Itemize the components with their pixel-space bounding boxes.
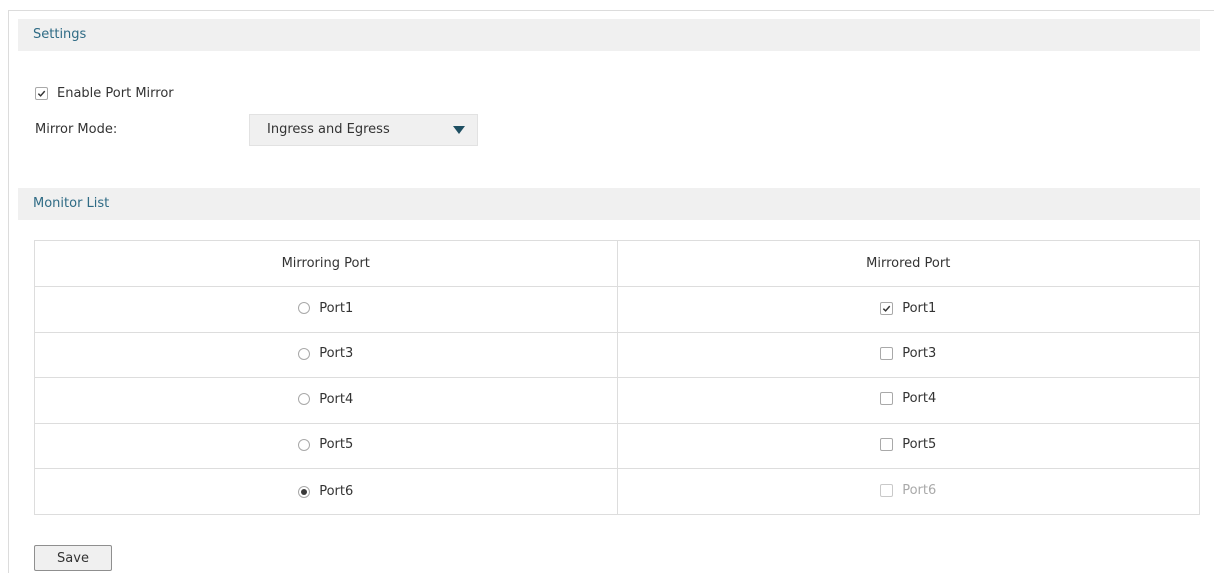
mirrored-port-option: Port6	[880, 483, 936, 498]
monitor-list-title: Monitor List	[33, 196, 110, 211]
mirroring-port-radio[interactable]	[298, 438, 311, 451]
mirrored-port-option[interactable]: Port4	[880, 391, 936, 406]
column-header-mirrored-port: Mirrored Port	[616, 240, 1200, 287]
save-button[interactable]: Save	[34, 545, 112, 571]
mirrored-port-option[interactable]: Port1	[880, 301, 936, 316]
mirrored-port-label: Port3	[902, 345, 937, 361]
mirrored-port-cell: Port1	[616, 286, 1200, 333]
mirroring-port-label: Port5	[319, 437, 354, 453]
mirrored-port-checkbox[interactable]	[880, 346, 894, 360]
mirroring-port-option[interactable]: Port5	[298, 437, 353, 452]
mirroring-port-radio[interactable]	[298, 393, 311, 406]
mirror-mode-select[interactable]: Ingress and Egress	[249, 114, 478, 146]
table-header-row: Mirroring Port Mirrored Port	[34, 240, 1200, 287]
mirror-mode-label: Mirror Mode:	[35, 122, 118, 137]
checkmark-icon	[37, 90, 46, 97]
table-row: Port3 Port3	[34, 331, 1200, 379]
mirroring-port-label: Port6	[319, 484, 354, 500]
dropdown-caret-icon	[453, 126, 465, 134]
mirroring-port-option[interactable]: Port1	[298, 301, 353, 316]
radio-dot-icon	[301, 488, 308, 495]
mirrored-port-label: Port6	[902, 482, 937, 498]
monitor-list-section-header: Monitor List	[18, 188, 1200, 220]
mirrored-port-option[interactable]: Port3	[880, 346, 936, 361]
mirroring-port-cell: Port1	[34, 286, 618, 333]
settings-title: Settings	[33, 27, 87, 42]
mirrored-port-checkbox	[880, 483, 894, 497]
enable-port-mirror-label: Enable Port Mirror	[57, 85, 174, 101]
mirrored-port-option[interactable]: Port5	[880, 437, 936, 452]
table-row: Port1 Port1	[34, 286, 1200, 333]
mirror-mode-value: Ingress and Egress	[267, 122, 390, 137]
mirroring-port-cell: Port4	[34, 377, 618, 424]
mirroring-port-cell: Port3	[34, 331, 618, 379]
mirroring-port-cell: Port6	[34, 468, 618, 515]
enable-port-mirror-checkbox[interactable]	[35, 86, 48, 100]
monitor-list-table: Mirroring Port Mirrored Port Port1 Port1 P…	[34, 240, 1200, 515]
mirrored-port-cell: Port3	[616, 331, 1200, 379]
enable-port-mirror-row[interactable]: Enable Port Mirror	[35, 85, 174, 101]
mirrored-port-checkbox[interactable]	[880, 438, 894, 452]
table-row: Port5 Port5	[34, 422, 1200, 470]
mirroring-port-cell: Port5	[34, 422, 618, 470]
mirroring-port-radio[interactable]	[298, 347, 311, 360]
mirroring-port-label: Port3	[319, 346, 354, 362]
mirrored-port-cell: Port4	[616, 377, 1200, 424]
table-row: Port6 Port6	[34, 468, 1200, 515]
mirrored-port-checkbox[interactable]	[880, 392, 894, 406]
mirrored-port-checkbox[interactable]	[880, 302, 894, 316]
table-row: Port4 Port4	[34, 377, 1200, 424]
mirrored-port-label: Port4	[902, 391, 937, 407]
mirroring-port-option[interactable]: Port4	[298, 392, 353, 407]
mirrored-port-cell: Port5	[616, 422, 1200, 470]
checkmark-icon	[883, 305, 891, 313]
mirroring-port-option[interactable]: Port6	[298, 484, 353, 499]
mirrored-port-label: Port5	[902, 437, 937, 453]
column-header-mirroring-port: Mirroring Port	[34, 240, 618, 287]
mirroring-port-radio[interactable]	[298, 485, 311, 498]
mirrored-port-label: Port1	[902, 301, 937, 317]
settings-section-header: Settings	[18, 19, 1200, 51]
mirroring-port-label: Port1	[319, 300, 354, 316]
mirrored-port-cell: Port6	[616, 468, 1200, 515]
mirroring-port-radio[interactable]	[298, 302, 311, 315]
mirroring-port-label: Port4	[319, 391, 354, 407]
mirroring-port-option[interactable]: Port3	[298, 346, 353, 361]
